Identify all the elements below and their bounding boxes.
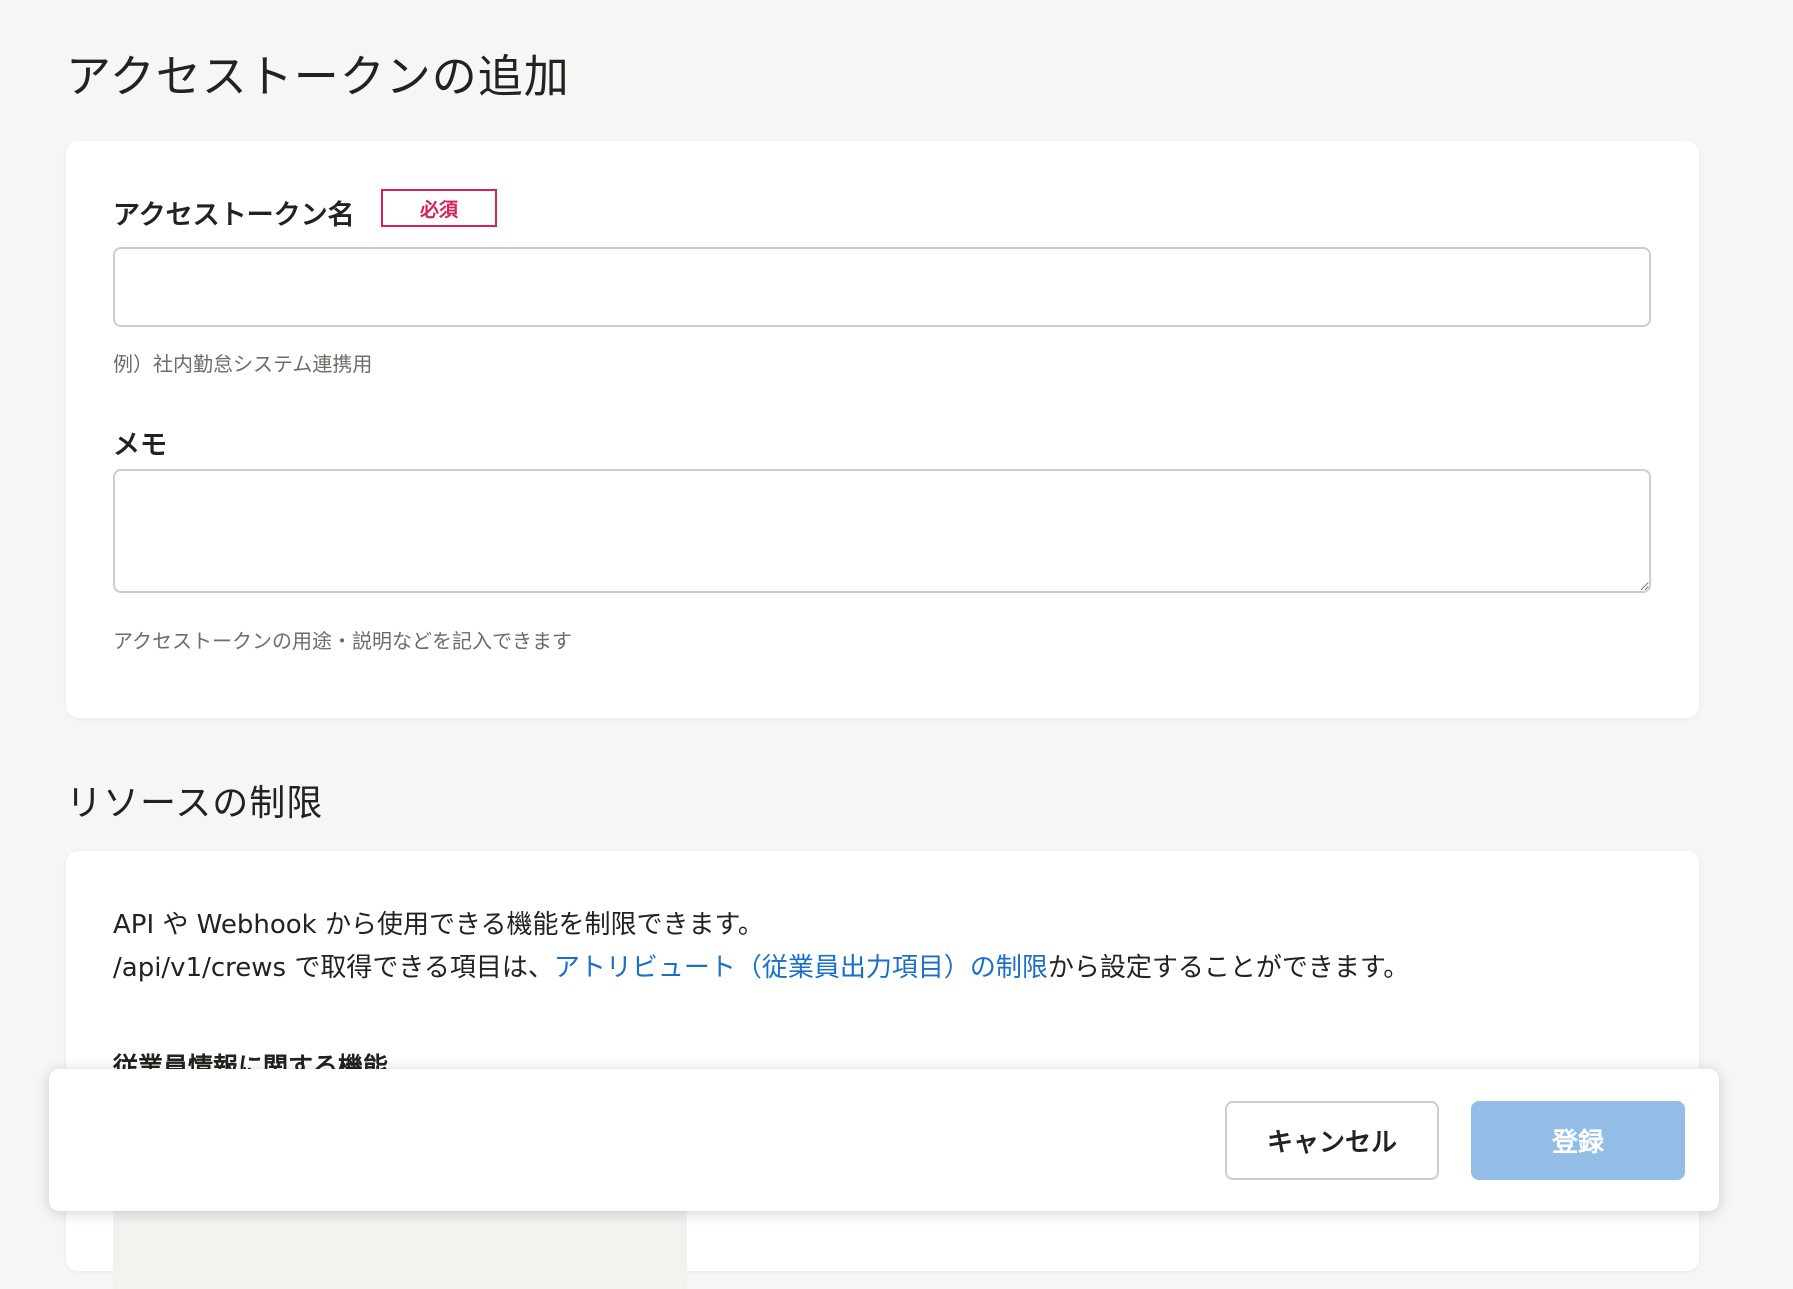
required-badge: 必須 (381, 189, 497, 227)
footer-action-bar: キャンセル 登録 (49, 1069, 1719, 1211)
resource-section-title: リソースの制限 (66, 783, 324, 824)
memo-textarea[interactable] (113, 469, 1651, 593)
token-name-label: アクセストークン名 (113, 200, 355, 231)
memo-label: メモ (113, 430, 167, 461)
resource-description-line2: /api/v1/crews で取得できる項目は、アトリビュート（従業員出力項目）… (113, 947, 1409, 984)
token-name-input[interactable] (113, 247, 1651, 327)
memo-hint: アクセストークンの用途・説明などを記入できます (113, 629, 572, 653)
description-suffix: から設定することができます。 (1047, 953, 1410, 983)
cancel-button[interactable]: キャンセル (1225, 1101, 1439, 1180)
token-name-hint: 例）社内勤怠システム連携用 (113, 352, 373, 376)
attribute-restriction-link[interactable]: アトリビュート（従業員出力項目）の制限 (554, 953, 1048, 983)
token-card: アクセストークン名 必須 例）社内勤怠システム連携用 メモ アクセストークンの用… (66, 141, 1699, 718)
description-prefix: /api/v1/crews で取得できる項目は、 (113, 953, 554, 983)
resource-description-line1: API や Webhook から使用できる機能を制限できます。 (113, 910, 764, 940)
page-title: アクセストークンの追加 (66, 50, 570, 103)
submit-button[interactable]: 登録 (1471, 1101, 1685, 1180)
